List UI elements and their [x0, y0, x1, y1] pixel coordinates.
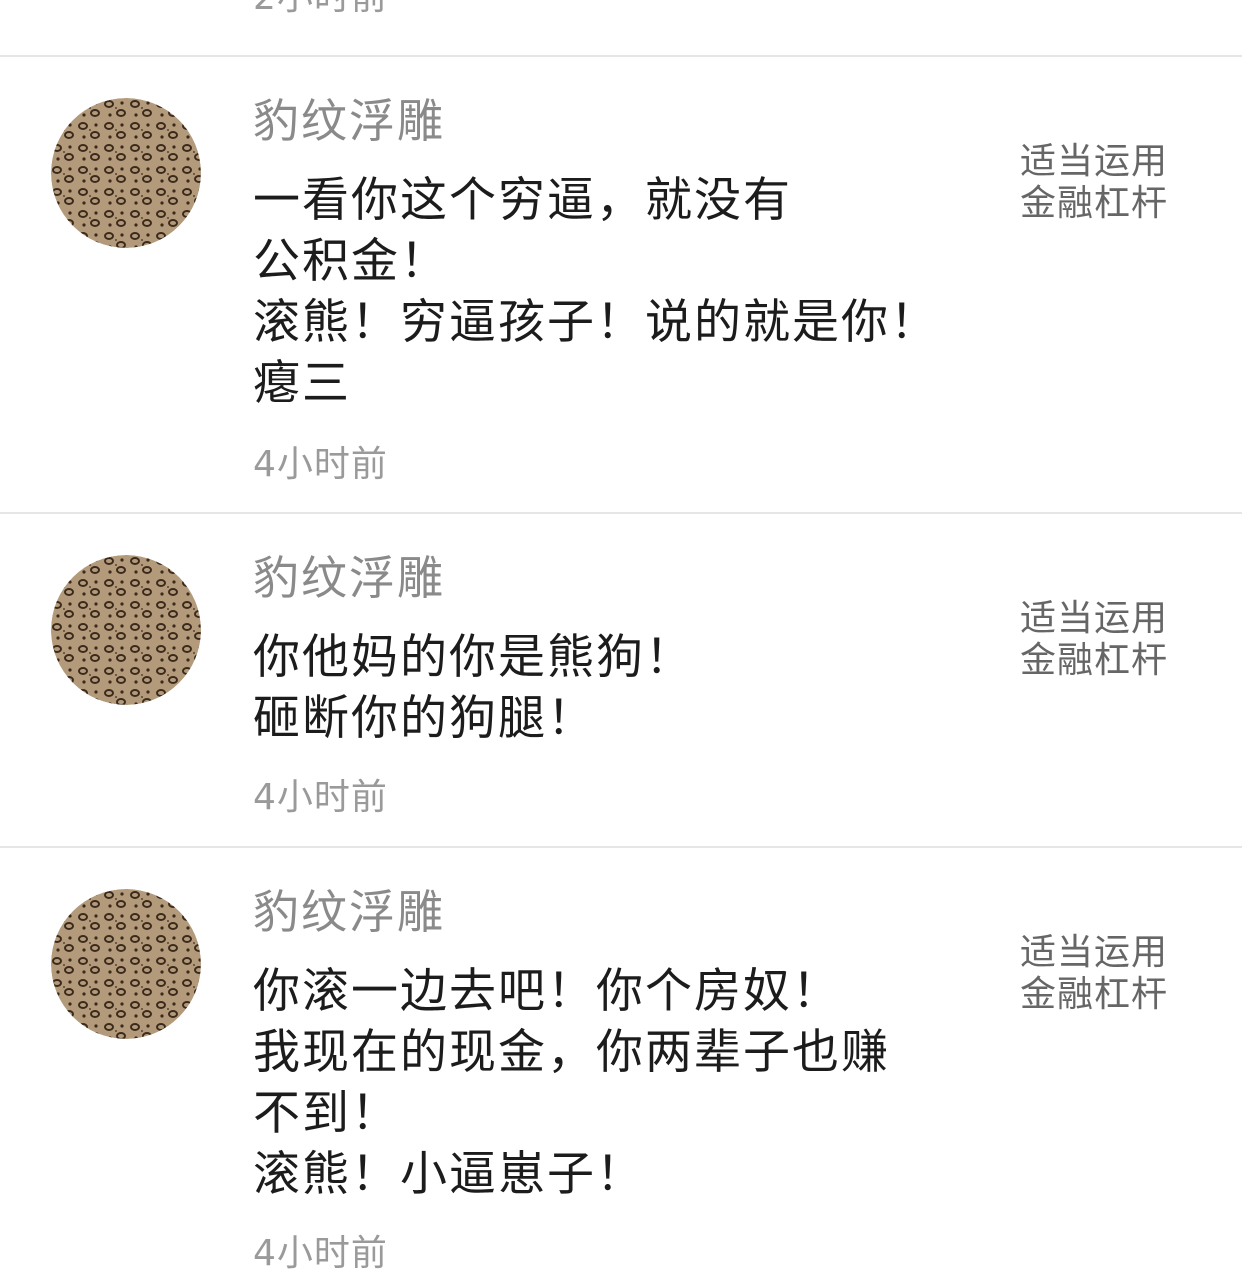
comment-time: 4小时前 [253, 777, 388, 818]
reply-target-line: 金融杠杆 [1020, 974, 1169, 1015]
comment-time: 4小时前 [253, 444, 388, 485]
reply-target-text[interactable]: 适当运用 金融杠杆 [1020, 598, 1210, 682]
comment-line: 滚熊！小逼崽子！ [253, 1147, 645, 1202]
username[interactable]: 豹纹浮雕 [253, 98, 445, 144]
comment-body: 你滚一边去吧！你个房奴！ 我现在的现金，你两辈子也赚 不到！ 滚熊！小逼崽子！ [253, 961, 993, 1205]
comment-line: 滚熊！穷逼孩子！说的就是你！ [253, 295, 939, 350]
reply-target-line: 金融杠杆 [1020, 640, 1169, 681]
username[interactable]: 豹纹浮雕 [253, 555, 445, 601]
comment-line: 砸断你的狗腿！ [253, 691, 596, 746]
avatar[interactable] [51, 889, 201, 1039]
reply-target-line: 适当运用 [1020, 141, 1169, 182]
comment-item: 豹纹浮雕 你他妈的你是熊狗！ 砸断你的狗腿！ 4小时前 适当运用 金融杠杆 [0, 514, 1242, 846]
reply-target-line: 金融杠杆 [1020, 183, 1169, 224]
comment-body: 你他妈的你是熊狗！ 砸断你的狗腿！ [253, 627, 993, 749]
comment-line: 公积金！ [253, 234, 449, 289]
comment-body: 一看你这个穷逼，就没有 公积金！ 滚熊！穷逼孩子！说的就是你！ 瘪三 [253, 170, 993, 414]
comment-line: 你他妈的你是熊狗！ [253, 630, 694, 685]
reply-target-line: 适当运用 [1020, 598, 1169, 639]
comment-time: 4小时前 [253, 1233, 388, 1274]
comment-line: 一看你这个穷逼，就没有 [253, 173, 792, 228]
reply-target-text[interactable]: 适当运用 金融杠杆 [1020, 932, 1210, 1016]
top-comment-time: 2小时前 [253, 0, 388, 16]
reply-target-line: 适当运用 [1020, 932, 1169, 973]
comment-item: 豹纹浮雕 一看你这个穷逼，就没有 公积金！ 滚熊！穷逼孩子！说的就是你！ 瘪三 … [0, 57, 1242, 512]
comment-line: 你滚一边去吧！你个房奴！ [253, 964, 841, 1019]
comment-item: 豹纹浮雕 你滚一边去吧！你个房奴！ 我现在的现金，你两辈子也赚 不到！ 滚熊！小… [0, 848, 1242, 1272]
comment-line: 不到！ [253, 1086, 400, 1141]
username[interactable]: 豹纹浮雕 [253, 889, 445, 935]
comment-line: 我现在的现金，你两辈子也赚 [253, 1025, 890, 1080]
avatar[interactable] [51, 98, 201, 248]
reply-target-text[interactable]: 适当运用 金融杠杆 [1020, 141, 1210, 225]
comment-line: 瘪三 [253, 356, 351, 411]
avatar[interactable] [51, 555, 201, 705]
